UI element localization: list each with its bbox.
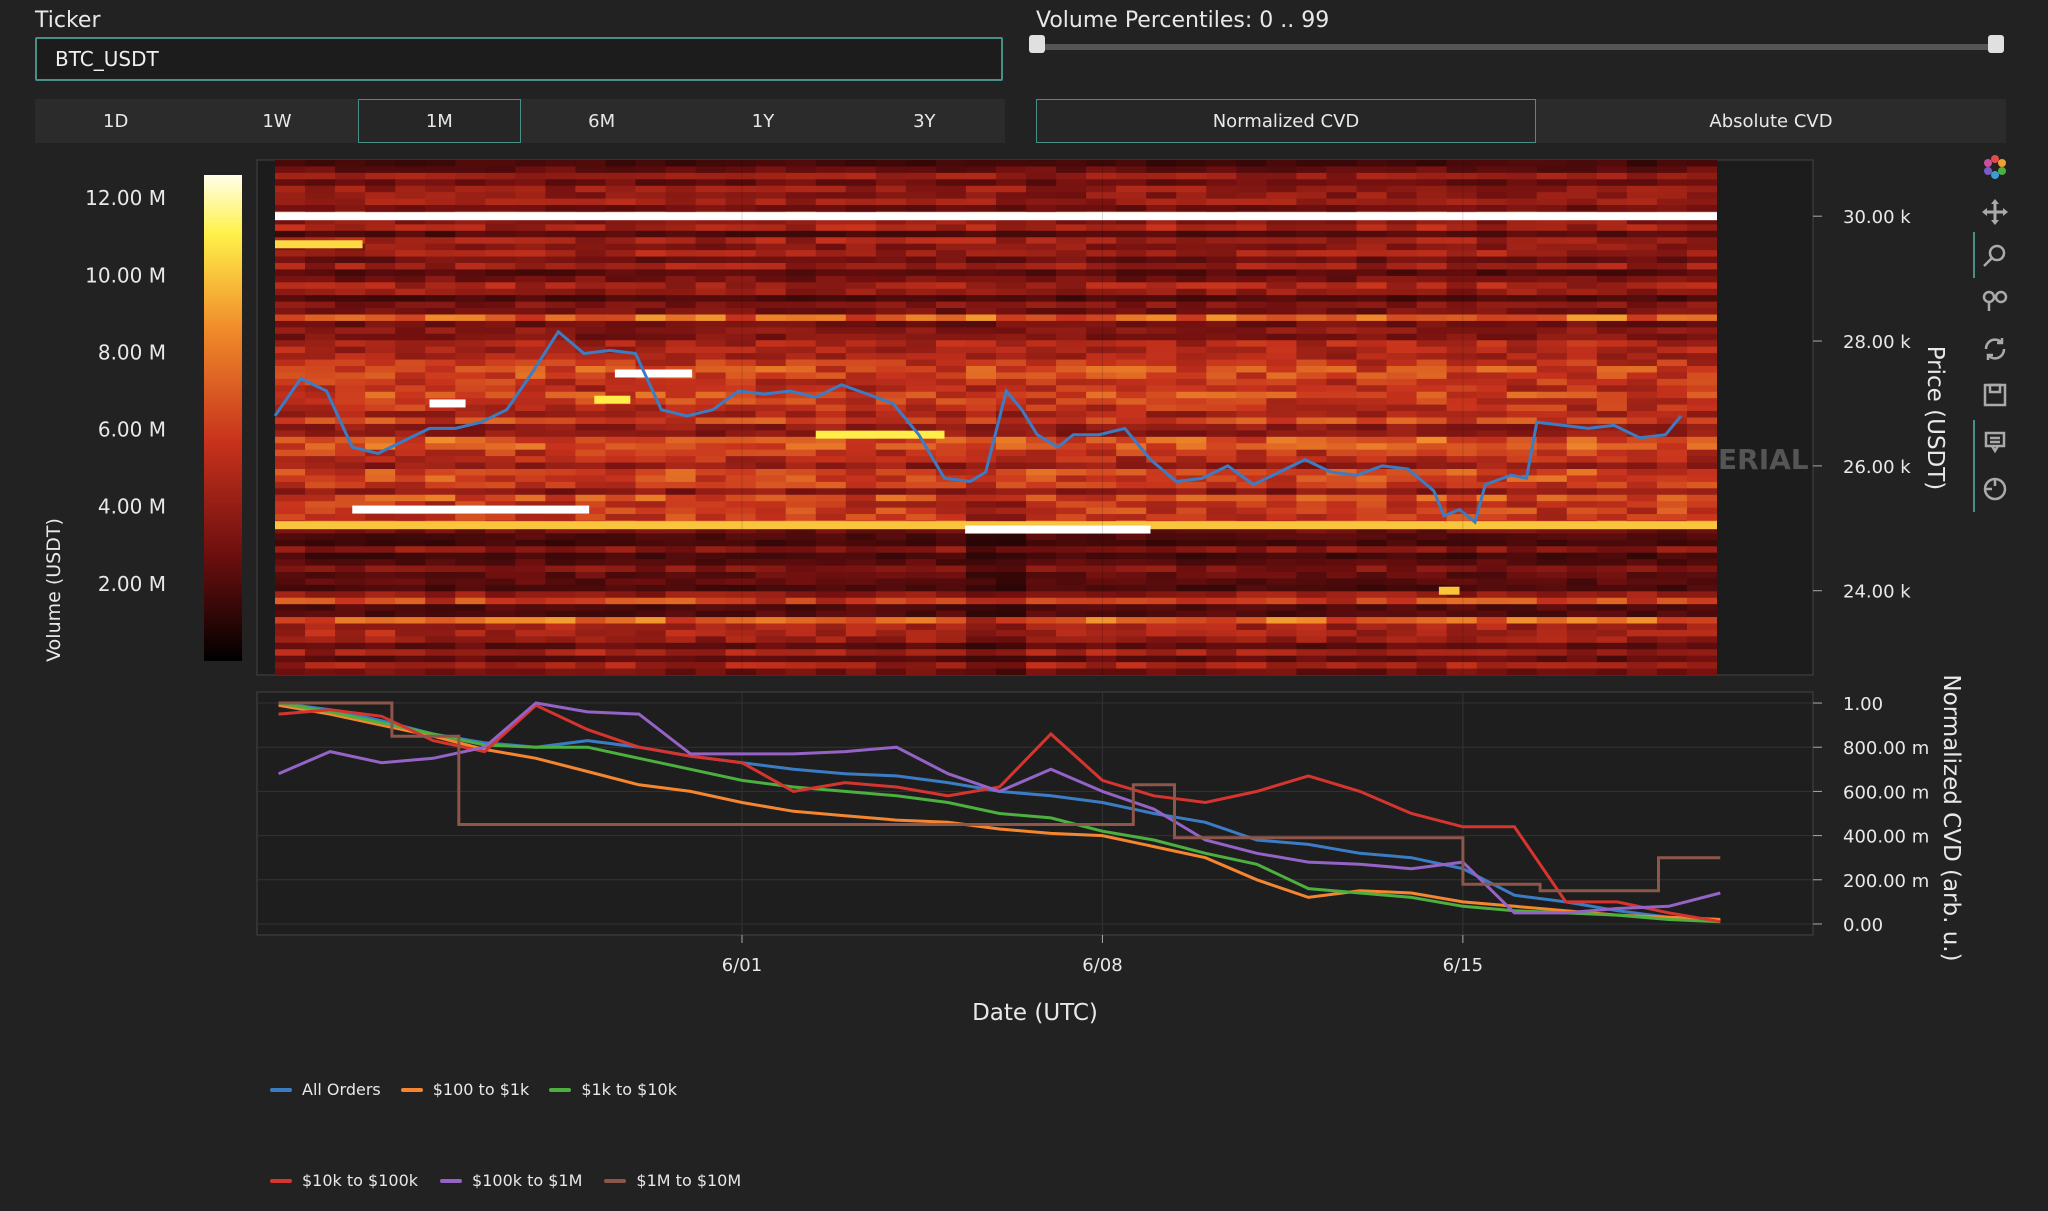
legend-swatch: [270, 1178, 292, 1183]
volume-percentile-min-handle[interactable]: [1029, 35, 1045, 53]
heatmap-hot-level: [815, 430, 945, 439]
range-button-1w[interactable]: 1W: [196, 99, 357, 143]
range-button-3y[interactable]: 3Y: [844, 99, 1005, 143]
plotly-logo-icon[interactable]: [1975, 150, 2015, 184]
date-axis-title: Date (UTC): [972, 1000, 1098, 1026]
legend-label: $1M to $10M: [636, 1171, 742, 1190]
chart-area: 2.00 M 4.00 M 6.00 M 8.00 M 10.00 M 12.00 M V…: [43, 159, 1964, 1026]
legend-swatch: [549, 1087, 572, 1092]
colorbar-tick-label: 2.00 M: [98, 572, 166, 596]
legend-item-all-orders[interactable]: All Orders: [270, 1080, 381, 1099]
heatmap-hot-level: [614, 369, 693, 378]
date-tick-label: 6/01: [722, 955, 762, 976]
modebar-active-indicator: [1973, 232, 1975, 278]
heatmap-hot-level: [594, 395, 631, 404]
colorbar-tick-label: 6.00 M: [98, 418, 166, 442]
cvd-tick-label: 200.00 m: [1843, 871, 1929, 892]
legend-label: $10k to $100k: [302, 1171, 419, 1190]
legend-row-1: All Orders $100 to $1k $1k to $10k: [270, 1080, 677, 1099]
price-tick-label: 24.00 k: [1843, 582, 1911, 603]
colorbar-ticks: 2.00 M 4.00 M 6.00 M 8.00 M 10.00 M 12.00 M: [85, 186, 166, 596]
volume-percentile-slider-track[interactable]: [1037, 44, 1995, 50]
download-icon[interactable]: [1975, 378, 2015, 412]
volume-percentile-max-handle[interactable]: [1988, 35, 2004, 53]
cvd-axis-title: Normalized CVD (arb. u.): [1938, 674, 1964, 961]
cvd-tick-label: 800.00 m: [1843, 738, 1929, 759]
range-button-1d[interactable]: 1D: [35, 99, 196, 143]
ticker-input[interactable]: [35, 37, 1003, 81]
legend-item-100k-to-1m[interactable]: $100k to $1M: [440, 1171, 582, 1190]
date-tick-label: 6/08: [1082, 955, 1122, 976]
heatmap-hot-level: [352, 505, 590, 514]
heatmap-hot-level: [275, 240, 363, 249]
legend-label: All Orders: [302, 1080, 381, 1099]
heatmap-hot-level: [429, 399, 466, 408]
colorbar-title: Volume (USDT): [43, 518, 65, 662]
date-axis-ticks: 6/01 6/08 6/15: [722, 935, 1483, 976]
range-button-1m[interactable]: 1M: [357, 99, 521, 143]
legend-swatch: [440, 1178, 463, 1183]
cvd-tick-label: 0.00: [1843, 915, 1883, 936]
zoom-icon[interactable]: [1975, 240, 2015, 274]
heatmap-hot-level: [965, 525, 1151, 534]
legend-label: $100 to $1k: [432, 1080, 530, 1099]
volume-percentiles-label: Volume Percentiles: 0 .. 99: [1036, 8, 1330, 33]
cvd-frame: [256, 691, 1814, 936]
date-tick-label: 6/15: [1443, 955, 1483, 976]
cvd-y-axis-ticks: 0.00 200.00 m 400.00 m 600.00 m 800.00 m 1.00: [1813, 694, 1929, 936]
autoscale-icon[interactable]: [1975, 285, 2015, 319]
colorbar: [204, 175, 242, 661]
price-tick-label: 28.00 k: [1843, 332, 1911, 353]
legend-swatch: [400, 1087, 423, 1092]
legend-label: $100k to $1M: [472, 1171, 583, 1190]
legend-item-100-to-1k[interactable]: $100 to $1k: [400, 1080, 530, 1099]
legend-swatch: [604, 1178, 627, 1183]
hover-compare-icon[interactable]: [1975, 425, 2015, 459]
cvd-tick-label: 1.00: [1843, 694, 1883, 715]
cvd-mode-button-group: Normalized CVD Absolute CVD: [1036, 99, 2006, 143]
cvd-tick-label: 600.00 m: [1843, 782, 1929, 803]
colorbar-tick-label: 8.00 M: [98, 340, 166, 364]
price-axis-ticks: 24.00 k 26.00 k 28.00 k 30.00 k: [1813, 207, 1911, 603]
reset-axes-icon[interactable]: [1975, 332, 2015, 366]
range-button-6m[interactable]: 6M: [521, 99, 682, 143]
cvd-tick-label: 400.00 m: [1843, 827, 1929, 848]
ticker-label: Ticker: [35, 8, 101, 33]
normalized-cvd-button[interactable]: Normalized CVD: [1036, 99, 1536, 143]
colorbar-tick-label: 4.00 M: [98, 495, 166, 519]
price-tick-label: 30.00 k: [1843, 207, 1911, 228]
price-axis-title: Price (USDT): [1922, 346, 1948, 491]
legend-item-1k-to-10k[interactable]: $1k to $10k: [549, 1080, 677, 1099]
legend-row-2: $10k to $100k $100k to $1M $1M to $10M: [270, 1171, 741, 1190]
price-tick-label: 26.00 k: [1843, 457, 1911, 478]
heatmap-hot-level: [275, 212, 1717, 221]
colorbar-tick-label: 10.00 M: [85, 263, 166, 287]
absolute-cvd-button[interactable]: Absolute CVD: [1536, 99, 2006, 143]
pan-icon[interactable]: [1975, 195, 2015, 229]
range-button-1y[interactable]: 1Y: [682, 99, 843, 143]
heatmap-hot-level: [1438, 586, 1460, 595]
legend-item-10k-to-100k[interactable]: $10k to $100k: [270, 1171, 418, 1190]
range-button-group: 1D 1W 1M 6M 1Y 3Y: [35, 99, 1005, 143]
colorbar-tick-label: 12.00 M: [85, 186, 166, 210]
modebar-active-indicator: [1973, 420, 1975, 512]
spike-lines-icon[interactable]: [1975, 472, 2015, 506]
legend-label: $1k to $10k: [581, 1080, 677, 1099]
legend-item-1m-to-10m[interactable]: $1M to $10M: [604, 1171, 741, 1190]
watermark: ERIAL: [1718, 443, 1809, 476]
legend-swatch: [270, 1087, 292, 1092]
